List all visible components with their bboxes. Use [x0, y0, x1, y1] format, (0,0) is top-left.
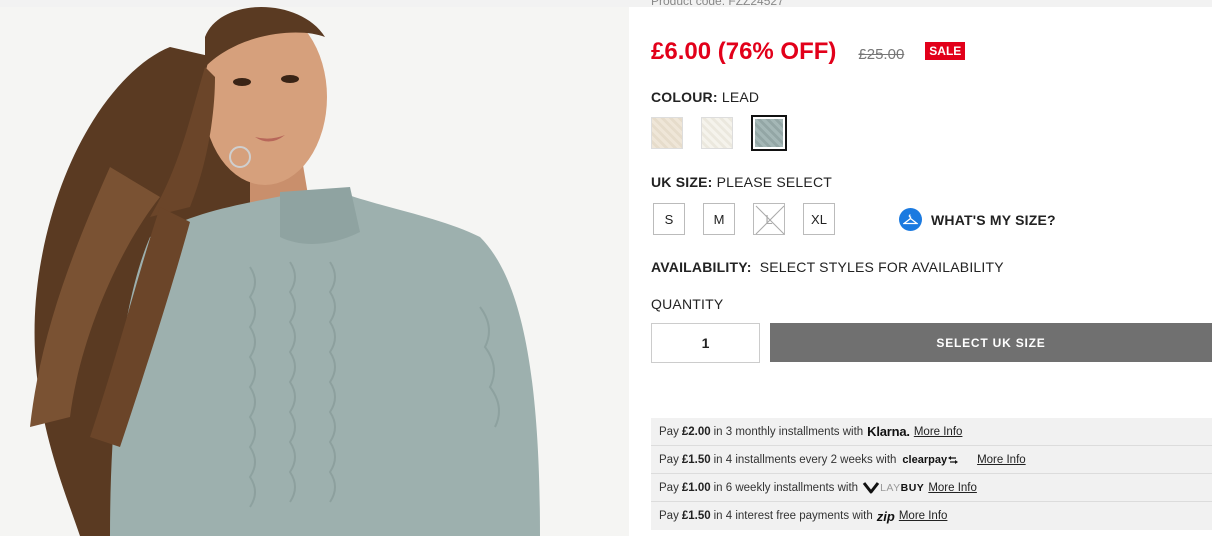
laybuy-more-info-link[interactable]: More Info [928, 482, 977, 494]
size-value: PLEASE SELECT [716, 174, 833, 190]
hanger-icon [899, 208, 922, 231]
clearpay-logo: clearpay [902, 454, 959, 466]
size-guide-link[interactable]: WHAT'S MY SIZE? [899, 208, 1056, 231]
installment-amount: £2.00 [681, 425, 711, 438]
zip-logo: zip [876, 508, 895, 524]
colour-swatches [651, 115, 805, 151]
price-row: £6.00 (76% OFF) £25.00 SALE [651, 38, 966, 66]
swatch-cream[interactable] [701, 117, 733, 149]
product-image[interactable] [0, 7, 629, 536]
laybuy-heart-icon [862, 481, 880, 493]
availability-value: SELECT STYLES FOR AVAILABILITY [759, 259, 1004, 275]
size-l-button-unavailable[interactable]: L [753, 203, 785, 235]
laybuy-logo: LAY BUY [862, 481, 924, 495]
colour-value: LEAD [721, 89, 760, 105]
top-strip [0, 0, 1212, 7]
quantity-input[interactable] [651, 323, 760, 363]
unavailable-cross-icon [755, 205, 785, 235]
size-m-button[interactable]: M [703, 203, 735, 235]
size-s-button[interactable]: S [653, 203, 685, 235]
payment-row-clearpay: Pay £1.50 in 4 installments every 2 week… [651, 446, 1212, 474]
payment-row-laybuy: Pay £1.00 in 6 weekly installments with … [651, 474, 1212, 502]
installment-amount: £1.50 [681, 510, 711, 522]
original-price: £25.00 [858, 46, 905, 63]
size-label: UK SIZE: [651, 174, 713, 190]
clearpay-more-info-link[interactable]: More Info [977, 454, 1026, 466]
size-options: S M L XL [653, 203, 853, 235]
size-xl-button[interactable]: XL [803, 203, 835, 235]
availability-row: AVAILABILITY: SELECT STYLES FOR AVAILABI… [651, 259, 1004, 275]
payment-options: Pay £2.00 in 3 monthly installments with… [651, 418, 1212, 530]
payment-row-klarna: Pay £2.00 in 3 monthly installments with… [651, 418, 1212, 446]
availability-label: AVAILABILITY: [651, 259, 752, 275]
product-code: Product code: FZZ24527 [651, 0, 784, 8]
sale-price: £6.00 (76% OFF) [651, 38, 837, 65]
quantity-label: QUANTITY [651, 296, 724, 312]
klarna-logo: Klarna. [867, 424, 910, 439]
size-guide-label: WHAT'S MY SIZE? [931, 211, 1056, 228]
size-label-row: UK SIZE: PLEASE SELECT [651, 174, 832, 190]
sale-badge: SALE [925, 42, 966, 60]
klarna-more-info-link[interactable]: More Info [914, 426, 963, 438]
installment-amount: £1.50 [681, 453, 711, 466]
model-photo [0, 7, 629, 536]
swatch-lead[interactable] [751, 115, 787, 151]
clearpay-arrows-icon [948, 455, 959, 464]
installment-amount: £1.00 [681, 481, 711, 494]
colour-label: COLOUR: [651, 89, 718, 105]
payment-row-zip: Pay £1.50 in 4 interest free payments wi… [659, 508, 948, 524]
zip-more-info-link[interactable]: More Info [899, 510, 948, 522]
select-size-button[interactable]: SELECT UK SIZE [770, 323, 1212, 362]
colour-label-row: COLOUR: LEAD [651, 89, 759, 105]
swatch-stone[interactable] [651, 117, 683, 149]
